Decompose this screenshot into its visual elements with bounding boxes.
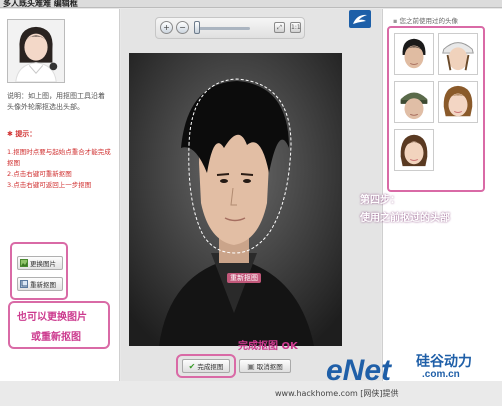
crop-icon	[20, 280, 28, 288]
actual-size-icon[interactable]: 1:1	[290, 22, 301, 33]
enet-logo: eNet 硅谷动力 .com.cn	[326, 353, 472, 384]
left-annotation: 也可以更换图片 或重新抠图	[8, 301, 110, 349]
history-title: ▪ 您之前使用过的头像	[393, 17, 458, 25]
tips-list: 1.抠图时点要与起始点重合才能完成抠图 2.点击右键可重新抠图 3.点击右键可返…	[7, 147, 115, 191]
recrop-button[interactable]: 重新抠图	[17, 277, 63, 291]
zoom-toolbar: + − ⤢ 1:1	[155, 17, 305, 39]
cancel-icon: ▣	[247, 361, 255, 371]
source-url: www.hackhome.com [网侠]提供	[275, 389, 399, 398]
complete-annotation: 完成抠图 OK	[238, 341, 298, 352]
svg-text:eNet: eNet	[326, 354, 393, 384]
svg-text:.com.cn: .com.cn	[422, 369, 460, 380]
instruction-text: 说明：如上图，用抠图工具沿着头像外轮廓抠选出头部。	[7, 92, 105, 111]
history-head-1[interactable]	[394, 33, 434, 75]
zoom-in-icon[interactable]: +	[160, 21, 173, 34]
recrop-tag[interactable]: 重新抠图	[227, 273, 261, 283]
window-title: 多人既头难难 编辑框	[3, 0, 78, 8]
bottom-buttons: ✔ 完成抠图 ▣ 取消抠图	[176, 354, 306, 378]
zoom-out-icon[interactable]: −	[176, 21, 189, 34]
right-panel: ▪ 您之前使用过的头像 第四步： 使用之前抠过的头部	[360, 9, 502, 381]
right-annotation: 第四步： 使用之前抠过的头部	[360, 195, 450, 224]
list-item: 2.点击右键可重新抠图	[7, 170, 72, 178]
footer: www.hackhome.com [网侠]提供	[0, 381, 502, 406]
list-item: 3.点击右键可返回上一步抠图	[7, 181, 92, 189]
history-head-3[interactable]	[394, 81, 434, 123]
history-heads-box	[387, 26, 485, 192]
done-crop-button[interactable]: ✔ 完成抠图	[182, 359, 230, 373]
title-bar: 多人既头难难 编辑框	[0, 0, 502, 8]
center-panel: + − ⤢ 1:1 重新抠图 完成抠图 OK ✔ 完成抠图 ▣ 取消抠图	[121, 9, 381, 381]
zoom-slider-track[interactable]	[194, 27, 250, 30]
app-logo-icon	[349, 10, 371, 28]
done-button-highlight: ✔ 完成抠图	[176, 354, 236, 378]
zoom-slider-handle[interactable]	[193, 21, 200, 34]
history-head-4[interactable]	[438, 81, 478, 123]
photo-canvas[interactable]: 重新抠图	[129, 53, 342, 346]
history-icon: ▪	[393, 17, 398, 25]
history-head-5[interactable]	[394, 129, 434, 171]
example-avatar-image	[7, 19, 65, 83]
fit-screen-icon[interactable]: ⤢	[274, 22, 285, 33]
left-buttons-highlight: 更换图片 重新抠图	[10, 242, 68, 300]
checkmark-icon: ✔	[188, 361, 196, 371]
history-head-2[interactable]	[438, 33, 478, 75]
svg-text:硅谷动力: 硅谷动力	[416, 353, 472, 370]
tips-title: ✱ 提示：	[7, 130, 37, 138]
warning-icon: ✱	[7, 130, 13, 138]
cancel-crop-button[interactable]: ▣ 取消抠图	[239, 359, 291, 373]
change-image-button[interactable]: 更换图片	[17, 256, 63, 270]
image-icon	[20, 259, 28, 267]
list-item: 1.抠图时点要与起始点重合才能完成抠图	[7, 148, 111, 167]
left-panel: 说明：如上图，用抠图工具沿着头像外轮廓抠选出头部。 ✱ 提示： 1.抠图时点要与…	[0, 9, 120, 381]
